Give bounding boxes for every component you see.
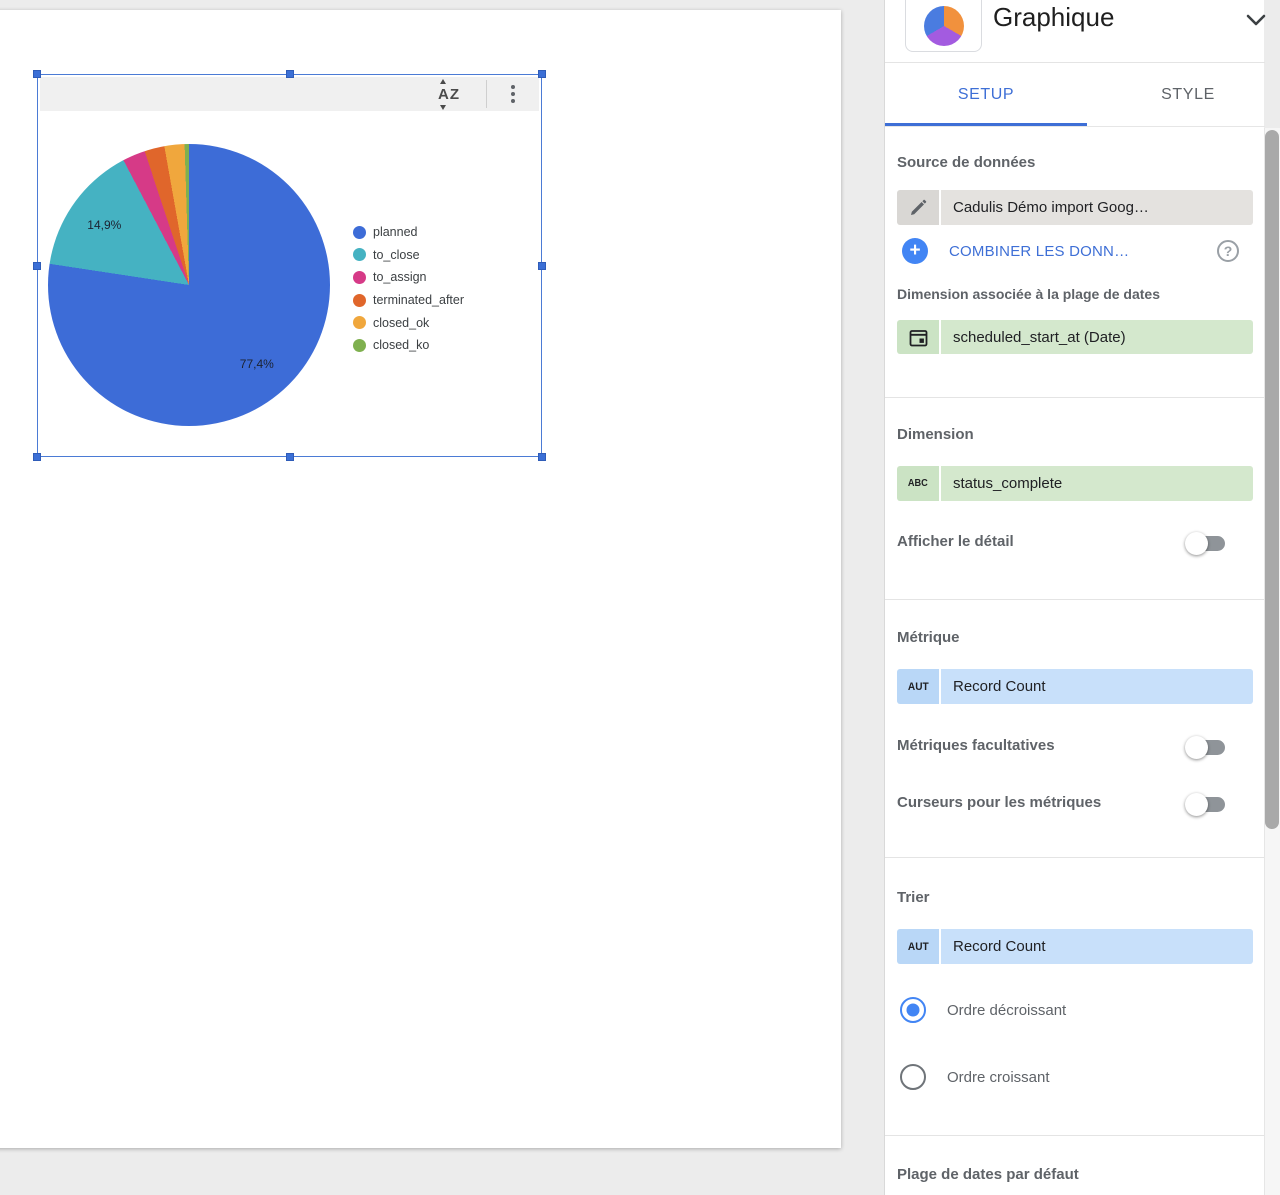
optional-metrics-label: Métriques facultatives — [897, 737, 1055, 754]
report-canvas[interactable]: AZ planned to_close to_assign terminated… — [0, 0, 884, 1195]
auto-type-icon: AUT — [897, 929, 941, 964]
section-divider — [885, 397, 1265, 398]
sort-heading: Trier — [897, 889, 930, 906]
chevron-down-icon[interactable] — [1242, 6, 1270, 34]
auto-type-badge: AUT — [907, 680, 929, 693]
active-tab-underline — [885, 123, 1087, 126]
more-options-icon[interactable] — [511, 85, 515, 103]
section-divider — [885, 857, 1265, 858]
metric-field[interactable]: AUT Record Count — [897, 669, 1253, 704]
selection-handle-ne[interactable] — [538, 70, 546, 78]
data-source-value: Cadulis Démo import Goog… — [941, 190, 1253, 225]
properties-panel: Graphique SETUP STYLE Source de données … — [884, 0, 1266, 1195]
auto-type-badge: AUT — [907, 940, 929, 953]
dimension-value: status_complete — [941, 466, 1253, 501]
chart-toolbar: AZ — [40, 77, 539, 111]
date-dimension-heading: Dimension associée à la plage de dates — [897, 286, 1160, 302]
legend-label: to_assign — [373, 270, 427, 285]
radio-selected-icon — [900, 997, 926, 1023]
legend-item[interactable]: terminated_after — [353, 289, 464, 312]
tab-style[interactable]: STYLE — [1098, 63, 1278, 126]
chart-legend: planned to_close to_assign terminated_af… — [353, 221, 464, 357]
legend-label: closed_ko — [373, 338, 430, 353]
add-circle-icon[interactable]: + — [902, 238, 928, 264]
dimension-heading: Dimension — [897, 426, 974, 443]
data-source-field[interactable]: Cadulis Démo import Goog… — [897, 190, 1253, 225]
selection-handle-s[interactable] — [286, 453, 294, 461]
metric-sliders-label: Curseurs pour les métriques — [897, 794, 1102, 811]
tabs-border — [885, 126, 1265, 127]
section-divider — [885, 1135, 1265, 1136]
legend-dot — [353, 225, 366, 239]
pie-chart-type-icon — [924, 6, 964, 46]
text-type-badge: ABC — [908, 478, 928, 489]
sort-icon[interactable]: AZ — [434, 78, 464, 110]
date-dimension-value: scheduled_start_at (Date) — [941, 320, 1253, 354]
sort-field[interactable]: AUT Record Count — [897, 929, 1253, 964]
sort-descending-option[interactable]: Ordre décroissant — [900, 997, 1066, 1023]
auto-type-icon: AUT — [897, 669, 941, 704]
selection-handle-se[interactable] — [538, 453, 546, 461]
legend-label: to_close — [373, 247, 420, 262]
metric-value: Record Count — [941, 669, 1253, 704]
pie-slice-label: 14,9% — [87, 217, 122, 232]
pie-slice-label: 77,4% — [239, 356, 274, 371]
sort-descending-label: Ordre décroissant — [947, 1001, 1067, 1019]
drill-down-toggle[interactable] — [1185, 532, 1225, 555]
drill-down-label: Afficher le détail — [897, 533, 1014, 550]
legend-label: planned — [373, 225, 418, 240]
selection-handle-e[interactable] — [538, 262, 546, 270]
sort-asc-arrow-icon — [440, 78, 446, 84]
text-type-icon: ABC — [897, 466, 941, 501]
legend-dot — [353, 316, 366, 330]
panel-title: Graphique — [993, 2, 1115, 32]
radio-unselected-icon — [900, 1064, 926, 1090]
edit-icon[interactable] — [897, 190, 941, 225]
source-heading: Source de données — [897, 154, 1036, 171]
legend-item[interactable]: planned — [353, 221, 464, 244]
date-dimension-field[interactable]: scheduled_start_at (Date) — [897, 320, 1253, 354]
legend-label: closed_ok — [373, 315, 430, 330]
dimension-field[interactable]: ABC status_complete — [897, 466, 1253, 501]
pie-circle[interactable] — [48, 144, 330, 426]
sort-icon-glyph: AZ — [438, 85, 460, 103]
selection-handle-sw[interactable] — [33, 453, 41, 461]
date-range-heading: Plage de dates par défaut — [897, 1166, 1079, 1183]
legend-dot — [353, 248, 366, 262]
blend-data-link[interactable]: COMBINER LES DONN… — [949, 243, 1129, 260]
legend-dot — [353, 293, 366, 307]
sort-ascending-option[interactable]: Ordre croissant — [900, 1064, 1050, 1090]
selection-handle-w[interactable] — [33, 262, 41, 270]
panel-scrollbar-thumb[interactable] — [1265, 130, 1279, 829]
chart-type-icon-box[interactable] — [905, 0, 982, 52]
pie-chart-widget[interactable]: AZ planned to_close to_assign terminated… — [33, 70, 546, 461]
legend-item[interactable]: to_assign — [353, 266, 464, 289]
section-divider — [885, 599, 1265, 600]
legend-item[interactable]: closed_ok — [353, 311, 464, 334]
tab-setup[interactable]: SETUP — [896, 63, 1076, 126]
legend-label: terminated_after — [373, 293, 465, 308]
legend-dot — [353, 270, 366, 284]
sort-ascending-label: Ordre croissant — [947, 1068, 1050, 1086]
pie-chart[interactable]: planned to_close to_assign terminated_af… — [38, 111, 543, 456]
sort-desc-arrow-icon — [440, 104, 446, 110]
selection-handle-nw[interactable] — [33, 70, 41, 78]
legend-dot — [353, 338, 366, 352]
toolbar-divider — [486, 80, 487, 108]
metric-sliders-toggle[interactable] — [1185, 793, 1225, 816]
optional-metrics-toggle[interactable] — [1185, 736, 1225, 759]
legend-item[interactable]: to_close — [353, 244, 464, 267]
calendar-icon — [897, 320, 941, 354]
legend-item[interactable]: closed_ko — [353, 334, 464, 357]
selection-handle-n[interactable] — [286, 70, 294, 78]
help-icon[interactable]: ? — [1217, 240, 1239, 262]
sort-value: Record Count — [941, 929, 1253, 964]
metric-heading: Métrique — [897, 629, 960, 646]
